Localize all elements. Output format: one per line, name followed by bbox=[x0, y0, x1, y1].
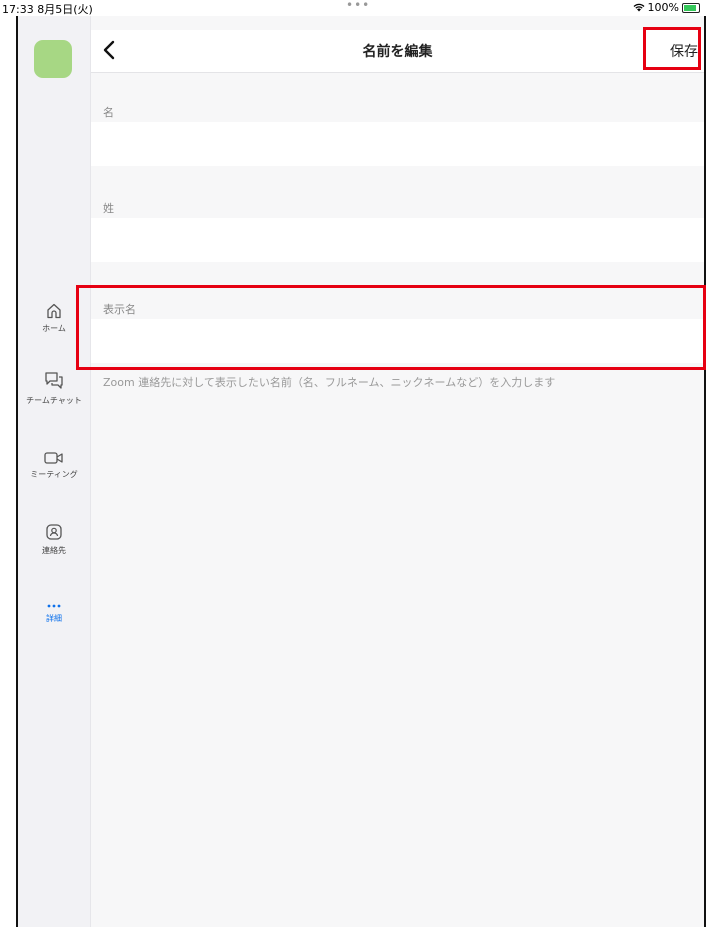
video-camera-icon bbox=[44, 452, 63, 464]
sidebar-item-label: ミーティング bbox=[30, 470, 78, 479]
status-bar: 17:33 8月5日(火) ••• 100% bbox=[0, 0, 712, 16]
navigation-bar: 名前を編集 保存 bbox=[91, 30, 704, 73]
status-time: 17:33 8月5日(火) bbox=[2, 3, 93, 16]
multitasking-dots[interactable]: ••• bbox=[346, 0, 370, 12]
sidebar-item-label: 連絡先 bbox=[42, 546, 66, 555]
chat-icon bbox=[45, 372, 63, 389]
display-name-highlight bbox=[76, 285, 706, 370]
page-title: 名前を編集 bbox=[362, 44, 433, 60]
last-name-label: 姓 bbox=[103, 202, 114, 215]
first-name-row bbox=[91, 122, 704, 166]
save-button-highlight bbox=[643, 27, 701, 70]
sidebar-item-team-chat[interactable]: チームチャット bbox=[18, 370, 90, 406]
sidebar-item-label: 詳細 bbox=[46, 614, 62, 623]
home-icon bbox=[47, 303, 61, 319]
last-name-input[interactable] bbox=[91, 218, 704, 262]
app-window: ホーム チームチャット ミーティング 連絡先 詳細 名前を編集 保存 名 姓 表… bbox=[16, 12, 706, 927]
sidebar: ホーム チームチャット ミーティング 連絡先 詳細 bbox=[18, 14, 91, 927]
edit-name-panel: 名前を編集 保存 名 姓 表示名 Zoom 連絡先に対して表示したい名前（名、フ… bbox=[91, 14, 704, 927]
first-name-label: 名 bbox=[103, 106, 114, 119]
wifi-icon bbox=[633, 3, 645, 12]
sidebar-item-contacts[interactable]: 連絡先 bbox=[18, 522, 90, 556]
sidebar-item-label: チームチャット bbox=[26, 396, 82, 405]
status-indicators: 100% bbox=[633, 1, 700, 14]
last-name-row bbox=[91, 218, 704, 262]
more-icon bbox=[47, 604, 61, 608]
sidebar-item-more[interactable]: 詳細 bbox=[18, 602, 90, 624]
sidebar-item-meetings[interactable]: ミーティング bbox=[18, 450, 90, 480]
avatar[interactable] bbox=[34, 40, 72, 78]
contacts-icon bbox=[46, 524, 62, 540]
first-name-input[interactable] bbox=[91, 122, 704, 166]
battery-icon bbox=[682, 2, 700, 13]
battery-percent: 100% bbox=[647, 1, 679, 14]
display-name-helper-text: Zoom 連絡先に対して表示したい名前（名、フルネーム、ニックネームなど）を入力… bbox=[103, 376, 556, 389]
